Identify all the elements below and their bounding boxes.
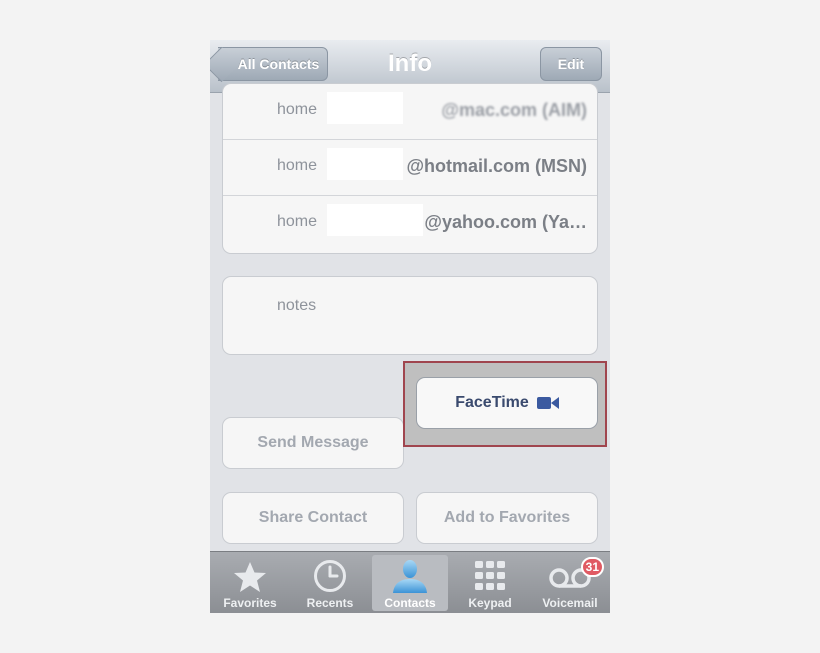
share-contact-button[interactable]: Share Contact: [222, 492, 404, 544]
tab-label: Contacts: [384, 596, 436, 610]
facetime-button[interactable]: FaceTime: [416, 377, 598, 429]
tab-voicemail[interactable]: Voicemail 31: [532, 555, 608, 611]
email-value: @hotmail.com (MSN): [406, 156, 587, 176]
back-arrow-icon: [210, 46, 240, 83]
contact-info-content: home @mac.com (AIM) home @hotmail.com (M…: [210, 83, 610, 551]
tab-label: Favorites: [223, 596, 277, 610]
email-row-msn[interactable]: home @hotmail.com (MSN): [223, 140, 597, 196]
tab-label: Recents: [306, 596, 354, 610]
star-icon: [234, 562, 266, 592]
video-camera-icon: [536, 396, 559, 410]
add-to-favorites-button[interactable]: Add to Favorites: [416, 492, 598, 544]
email-label: home: [277, 213, 318, 230]
send-message-button[interactable]: Send Message: [222, 417, 404, 469]
email-row-yahoo[interactable]: home @yahoo.com (Ya…: [223, 196, 597, 251]
tab-keypad[interactable]: Keypad: [452, 555, 528, 611]
all-contacts-back-button[interactable]: All Contacts: [210, 46, 328, 83]
notes-field[interactable]: notes: [222, 276, 598, 355]
person-icon: [393, 560, 427, 593]
email-label: home: [277, 101, 318, 118]
tab-favorites[interactable]: Favorites: [212, 555, 288, 611]
tab-label: Keypad: [468, 596, 512, 610]
facetime-label: FaceTime: [455, 394, 529, 411]
phone-screen: All Contacts Info Edit home @mac.com (AI…: [210, 40, 610, 613]
tab-label: Voicemail: [542, 596, 598, 610]
tab-bar: Favorites Recents Contacts Keypad Voicem…: [210, 551, 610, 613]
voicemail-count-badge: 31: [580, 557, 604, 577]
email-value: @mac.com (AIM): [441, 100, 587, 120]
tab-contacts[interactable]: Contacts: [372, 555, 448, 611]
back-button-label: All Contacts: [237, 56, 320, 72]
redacted-mask: [327, 204, 423, 236]
email-row-aim[interactable]: home @mac.com (AIM): [223, 84, 597, 140]
redacted-mask: [327, 148, 403, 180]
keypad-icon: [475, 561, 505, 590]
email-group: home @mac.com (AIM) home @hotmail.com (M…: [222, 83, 598, 254]
edit-button[interactable]: Edit: [540, 47, 602, 81]
page-title: Info: [388, 50, 432, 77]
email-value: @yahoo.com (Ya…: [424, 212, 587, 232]
redacted-mask: [327, 92, 403, 124]
clock-icon: [314, 560, 346, 592]
email-label: home: [277, 157, 318, 174]
tab-recents[interactable]: Recents: [292, 555, 368, 611]
notes-label: notes: [277, 297, 317, 314]
